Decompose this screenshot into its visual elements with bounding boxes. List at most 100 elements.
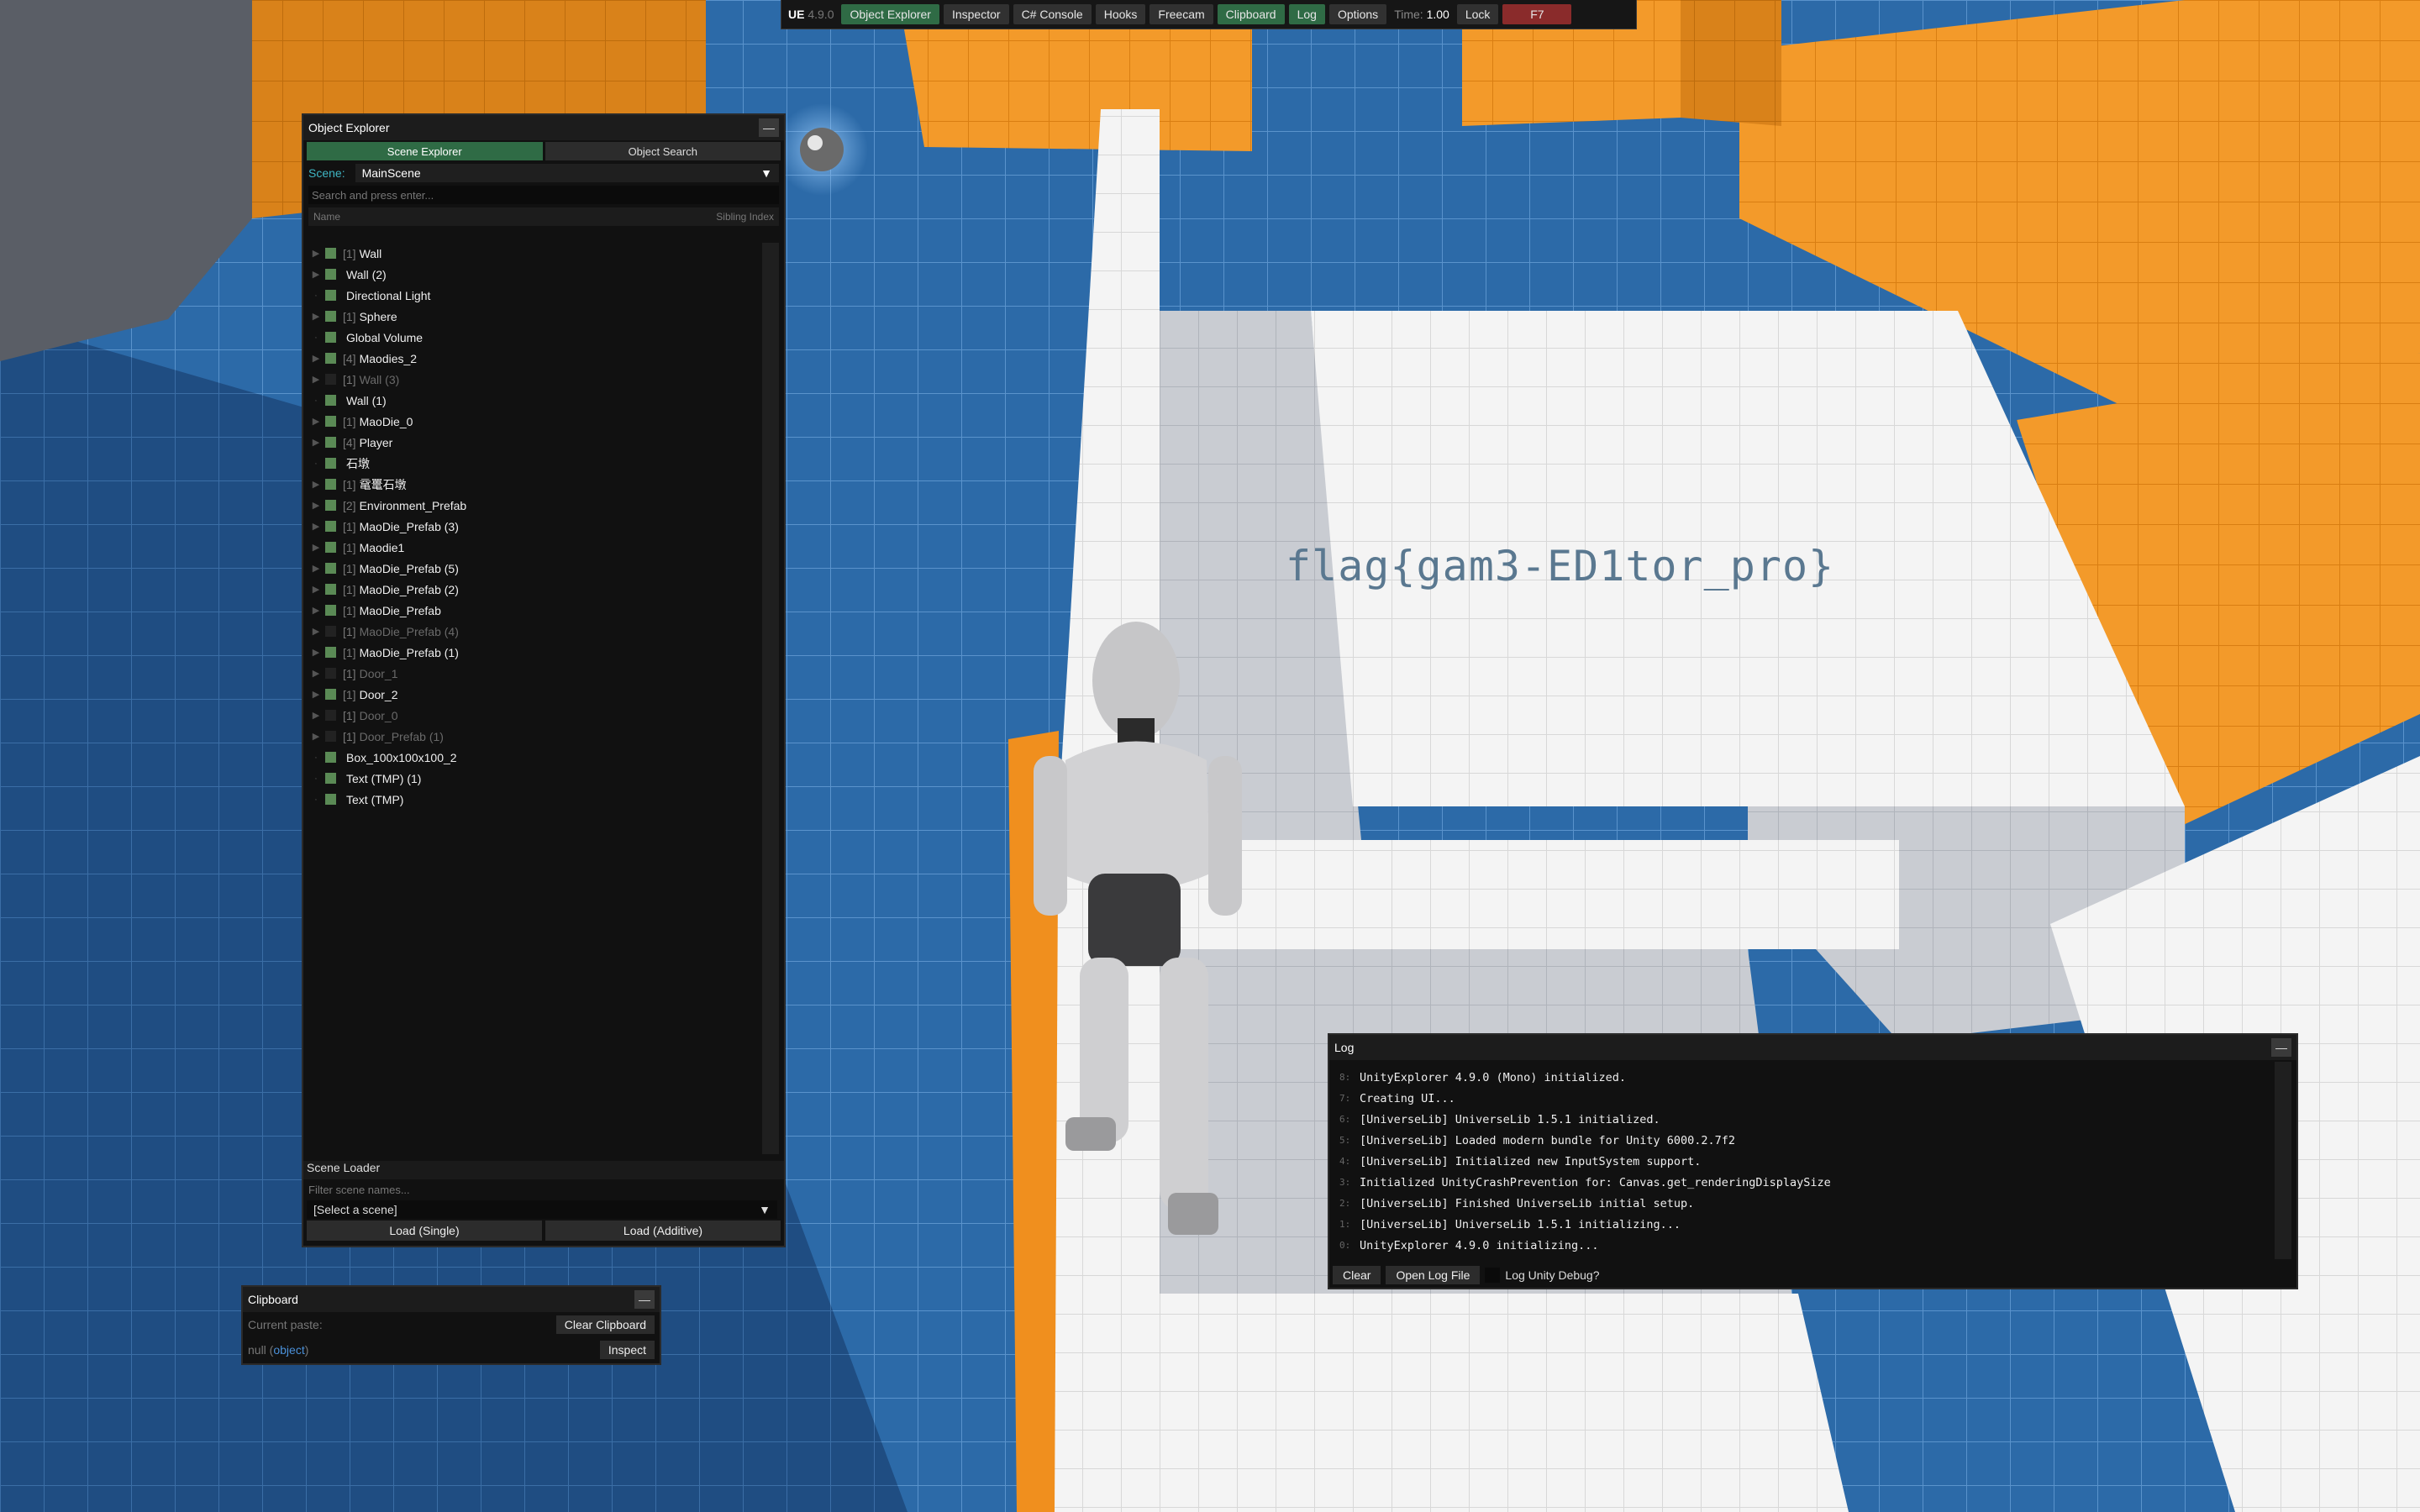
hierarchy-item[interactable]: ▶ [1] MaoDie_Prefab (3) (308, 516, 769, 537)
expand-arrow-icon[interactable]: ▶ (308, 605, 324, 616)
hierarchy-item[interactable]: ▶ [1] Maodie1 (308, 537, 769, 558)
hierarchy-item[interactable]: ▶ [1] MaoDie_Prefab (5) (308, 558, 769, 579)
log-titlebar[interactable]: Log — (1329, 1035, 2296, 1060)
minimize-icon[interactable]: — (759, 118, 779, 137)
active-toggle-checkbox[interactable] (325, 479, 336, 490)
active-toggle-checkbox[interactable] (325, 248, 336, 259)
active-toggle-checkbox[interactable] (325, 584, 336, 595)
hierarchy-item[interactable]: ▶ Wall (2) (308, 264, 769, 285)
active-toggle-checkbox[interactable] (325, 332, 336, 343)
hierarchy-item[interactable]: ▶ [1] Sphere (308, 306, 769, 327)
active-toggle-checkbox[interactable] (325, 752, 336, 763)
active-toggle-checkbox[interactable] (325, 416, 336, 427)
active-toggle-checkbox[interactable] (325, 710, 336, 721)
leaf-dot-icon[interactable]: · (308, 291, 324, 301)
toolbar-hooks-button[interactable]: Hooks (1095, 4, 1146, 24)
hierarchy-item[interactable]: ▶ [1] MaoDie_Prefab (308, 600, 769, 621)
hierarchy-item[interactable]: ▶ [2] Environment_Prefab (308, 495, 769, 516)
hierarchy-item[interactable]: ▶ [1] MaoDie_Prefab (1) (308, 642, 769, 663)
log-unity-debug-checkbox[interactable] (1485, 1268, 1501, 1283)
hierarchy-item[interactable]: ▶ [1] Door_Prefab (1) (308, 726, 769, 747)
expand-arrow-icon[interactable]: ▶ (308, 626, 324, 637)
hierarchy-search-input[interactable]: Search and press enter... (308, 186, 779, 204)
expand-arrow-icon[interactable]: ▶ (308, 521, 324, 532)
hierarchy-item[interactable]: · Global Volume (308, 327, 769, 348)
hierarchy-item[interactable]: · 石墩 (308, 453, 769, 474)
expand-arrow-icon[interactable]: ▶ (308, 248, 324, 259)
hierarchy-item[interactable]: · Text (TMP) (1) (308, 768, 769, 789)
hierarchy-item[interactable]: · Directional Light (308, 285, 769, 306)
hierarchy-item[interactable]: · Wall (1) (308, 390, 769, 411)
hierarchy-item[interactable]: · Text (TMP) (308, 789, 769, 810)
load-single-button[interactable]: Load (Single) (307, 1221, 542, 1241)
expand-arrow-icon[interactable]: ▶ (308, 479, 324, 490)
expand-arrow-icon[interactable]: ▶ (308, 731, 324, 742)
load-additive-button[interactable]: Load (Additive) (545, 1221, 781, 1241)
tab-object-search[interactable]: Object Search (544, 142, 781, 160)
hierarchy-scrollbar[interactable] (762, 243, 779, 1154)
active-toggle-checkbox[interactable] (325, 731, 336, 742)
toolbar-object-explorer-button[interactable]: Object Explorer (841, 4, 939, 24)
clear-log-button[interactable]: Clear (1333, 1266, 1381, 1284)
hierarchy-item[interactable]: ▶ [1] MaoDie_0 (308, 411, 769, 432)
toolbar-hotkey-button[interactable]: F7 (1502, 4, 1572, 24)
expand-arrow-icon[interactable]: ▶ (308, 689, 324, 700)
expand-arrow-icon[interactable]: ▶ (308, 416, 324, 427)
object-explorer-titlebar[interactable]: Object Explorer — (303, 115, 784, 140)
toolbar-freecam-button[interactable]: Freecam (1150, 4, 1213, 24)
expand-arrow-icon[interactable]: ▶ (308, 311, 324, 322)
hierarchy-item[interactable]: ▶ [1] Door_1 (308, 663, 769, 684)
active-toggle-checkbox[interactable] (325, 605, 336, 616)
expand-arrow-icon[interactable]: ▶ (308, 542, 324, 553)
expand-arrow-icon[interactable]: ▶ (308, 374, 324, 385)
leaf-dot-icon[interactable]: · (308, 774, 324, 784)
active-toggle-checkbox[interactable] (325, 626, 336, 637)
active-toggle-checkbox[interactable] (325, 500, 336, 511)
expand-arrow-icon[interactable]: ▶ (308, 353, 324, 364)
toolbar-clipboard-button[interactable]: Clipboard (1217, 4, 1285, 24)
hierarchy-item[interactable]: ▶ [1] 鼋鼍石墩 (308, 474, 769, 495)
hierarchy-item[interactable]: ▶ [1] Door_2 (308, 684, 769, 705)
active-toggle-checkbox[interactable] (325, 563, 336, 574)
expand-arrow-icon[interactable]: ▶ (308, 269, 324, 280)
toolbar-csharp-console-button[interactable]: C# Console (1013, 4, 1092, 24)
hierarchy-item[interactable]: ▶ [1] MaoDie_Prefab (2) (308, 579, 769, 600)
active-toggle-checkbox[interactable] (325, 689, 336, 700)
expand-arrow-icon[interactable]: ▶ (308, 500, 324, 511)
active-toggle-checkbox[interactable] (325, 290, 336, 301)
minimize-icon[interactable]: — (2271, 1038, 2291, 1057)
leaf-dot-icon[interactable]: · (308, 459, 324, 469)
hierarchy-item[interactable]: ▶ [1] Door_0 (308, 705, 769, 726)
toolbar-log-button[interactable]: Log (1288, 4, 1325, 24)
hierarchy-item[interactable]: ▶ [1] Wall (3) (308, 369, 769, 390)
expand-arrow-icon[interactable]: ▶ (308, 584, 324, 595)
leaf-dot-icon[interactable]: · (308, 333, 324, 343)
leaf-dot-icon[interactable]: · (308, 753, 324, 763)
inspect-button[interactable]: Inspect (599, 1341, 655, 1359)
scene-filter-input[interactable]: Filter scene names... (307, 1180, 762, 1199)
toolbar-options-button[interactable]: Options (1328, 4, 1387, 24)
clipboard-titlebar[interactable]: Clipboard — (243, 1287, 660, 1312)
hierarchy-item[interactable]: ▶ [4] Player (308, 432, 769, 453)
scene-dropdown[interactable]: MainScene ▼ (355, 164, 779, 182)
hierarchy-item[interactable]: ▶ [4] Maodies_2 (308, 348, 769, 369)
active-toggle-checkbox[interactable] (325, 437, 336, 448)
toolbar-inspector-button[interactable]: Inspector (943, 4, 1009, 24)
active-toggle-checkbox[interactable] (325, 458, 336, 469)
active-toggle-checkbox[interactable] (325, 542, 336, 553)
expand-arrow-icon[interactable]: ▶ (308, 710, 324, 721)
active-toggle-checkbox[interactable] (325, 353, 336, 364)
expand-arrow-icon[interactable]: ▶ (308, 668, 324, 679)
scene-loader-dropdown[interactable]: [Select a scene] ▼ (307, 1200, 777, 1219)
log-scrollbar[interactable] (2275, 1062, 2291, 1259)
leaf-dot-icon[interactable]: · (308, 396, 324, 406)
expand-arrow-icon[interactable]: ▶ (308, 437, 324, 448)
open-log-file-button[interactable]: Open Log File (1386, 1266, 1481, 1284)
minimize-icon[interactable]: — (634, 1290, 655, 1309)
active-toggle-checkbox[interactable] (325, 647, 336, 658)
expand-arrow-icon[interactable]: ▶ (308, 647, 324, 658)
active-toggle-checkbox[interactable] (325, 521, 336, 532)
clear-clipboard-button[interactable]: Clear Clipboard (555, 1315, 655, 1334)
active-toggle-checkbox[interactable] (325, 794, 336, 805)
toolbar-lock-button[interactable]: Lock (1456, 4, 1499, 24)
